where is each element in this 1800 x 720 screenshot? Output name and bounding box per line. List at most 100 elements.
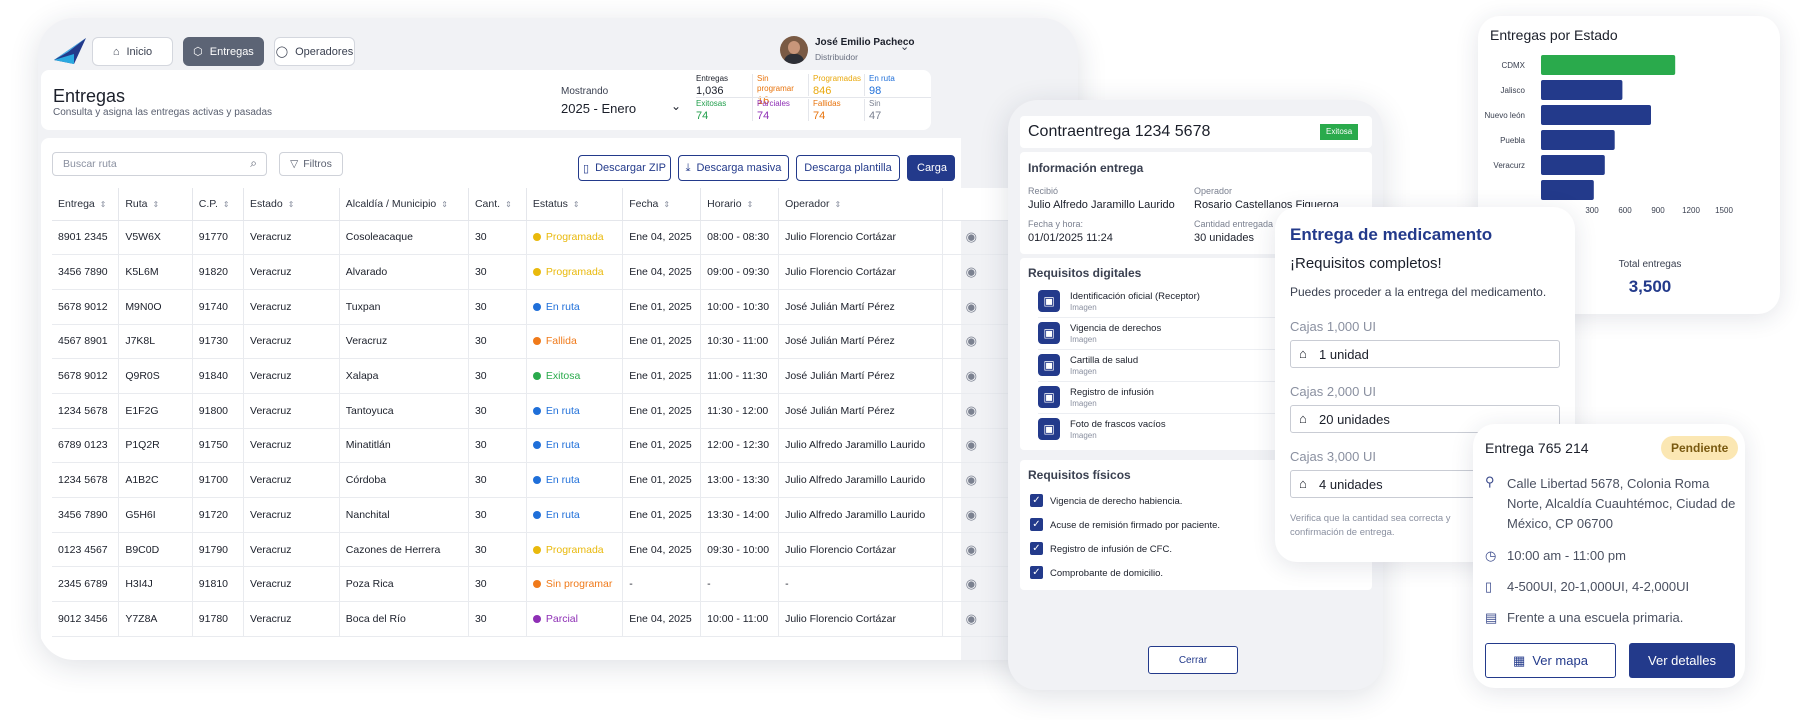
- eye-icon[interactable]: ◉: [966, 333, 977, 348]
- bar[interactable]: [1541, 155, 1605, 175]
- bar[interactable]: [1541, 180, 1594, 200]
- column-header[interactable]: Entrega ⇕: [52, 188, 120, 221]
- table-cell: 08:00 - 08:30: [700, 220, 780, 256]
- table-row[interactable]: 3456 7890 K5L6M 91820 Veracruz Alvarado 30 Pro…: [52, 254, 1012, 290]
- image-icon[interactable]: ▣: [1038, 418, 1060, 440]
- table-row[interactable]: 2345 6789 H3I4J 91810 Veracruz Poza Rica 30 Si…: [52, 566, 1012, 603]
- stat-2: Programadas 846: [808, 74, 861, 97]
- image-icon[interactable]: ▣: [1038, 290, 1060, 312]
- download-zip-button[interactable]: ▯ Descargar ZIP: [578, 155, 671, 181]
- tick-label: 600: [1618, 206, 1632, 215]
- sort-icon[interactable]: ⇕: [100, 200, 107, 209]
- column-header[interactable]: Estado ⇕: [243, 188, 340, 221]
- table-cell: Ene 01, 2025: [622, 497, 702, 533]
- table-cell: 30: [468, 497, 527, 533]
- chevron-down-icon[interactable]: ⌄: [900, 40, 909, 53]
- bar[interactable]: [1541, 105, 1651, 125]
- period-select[interactable]: 2025 - Enero ⌄: [561, 99, 681, 116]
- filters-button[interactable]: ▽ Filtros: [279, 152, 343, 176]
- column-header[interactable]: Alcaldía / Municipio ⇕: [339, 188, 469, 221]
- column-header[interactable]: Horario ⇕: [700, 188, 780, 221]
- column-header[interactable]: Operador ⇕: [778, 188, 943, 221]
- upload-button[interactable]: Carga: [907, 155, 955, 181]
- table-cell: En ruta: [526, 289, 624, 325]
- nav-home-button[interactable]: ⌂ Inicio: [92, 37, 173, 66]
- table-row[interactable]: 1234 5678 A1B2C 91700 Veracruz Córdoba 30 En r…: [52, 462, 1012, 498]
- table-cell: 91720: [192, 497, 245, 533]
- sort-icon[interactable]: ⇕: [288, 200, 295, 209]
- table-cell: 30: [468, 289, 527, 325]
- bar[interactable]: [1541, 130, 1615, 150]
- sort-icon[interactable]: ⇕: [441, 200, 448, 209]
- column-header[interactable]: Fecha ⇕: [622, 188, 702, 221]
- eye-icon[interactable]: ◉: [966, 576, 977, 591]
- image-icon[interactable]: ▣: [1038, 354, 1060, 376]
- eye-icon[interactable]: ◉: [966, 611, 977, 626]
- column-header[interactable]: Estatus ⇕: [526, 188, 624, 221]
- table-row[interactable]: 5678 9012 M9N0O 91740 Veracruz Tuxpan 30 En ru…: [52, 289, 1012, 325]
- chart-title: Entregas por Estado: [1490, 27, 1618, 43]
- deliveries-table-wrap: Entrega ⇕ Ruta ⇕ C.P. ⇕ Estado ⇕ Alcaldía / Muni…: [52, 188, 1012, 658]
- column-header[interactable]: C.P. ⇕: [192, 188, 245, 221]
- table-cell: Veracruz: [243, 220, 340, 256]
- status-dot: [532, 268, 541, 277]
- eye-icon[interactable]: ◉: [966, 542, 977, 557]
- bar[interactable]: [1541, 55, 1676, 75]
- sort-icon[interactable]: ⇕: [223, 200, 230, 209]
- physical-requirement: Comprobante de domicilio.: [1050, 568, 1164, 579]
- eye-icon[interactable]: ◉: [966, 229, 977, 244]
- stat-label: Sin: [869, 99, 881, 108]
- stat-value: 1,036: [696, 85, 724, 97]
- status-text: Exitosa: [545, 370, 581, 383]
- bulk-download-button[interactable]: ⤓ Descarga masiva: [678, 155, 789, 181]
- image-icon[interactable]: ▣: [1038, 386, 1060, 408]
- eye-icon[interactable]: ◉: [966, 299, 977, 314]
- sort-icon[interactable]: ⇕: [573, 200, 580, 209]
- eye-icon[interactable]: ◉: [966, 437, 977, 452]
- digital-title: Requisitos digitales: [1028, 266, 1142, 280]
- table-cell: Córdoba: [339, 462, 469, 498]
- avatar[interactable]: [780, 36, 808, 64]
- sort-icon[interactable]: ⇕: [747, 200, 754, 209]
- template-download-button[interactable]: Descarga plantilla: [796, 155, 900, 181]
- sort-icon[interactable]: ⇕: [834, 200, 841, 209]
- status-dot: [532, 441, 541, 450]
- table-cell: 30: [468, 324, 527, 360]
- table-row[interactable]: 8901 2345 V5W6X 91770 Veracruz Cosoleacaque 3…: [52, 220, 1012, 256]
- eye-icon[interactable]: ◉: [966, 403, 977, 418]
- table-row[interactable]: 3456 7890 G5H6I 91720 Veracruz Nanchital 30 En…: [52, 497, 1012, 533]
- download-icon: ⤓: [685, 161, 691, 174]
- checkbox[interactable]: ✓: [1030, 542, 1043, 555]
- eye-icon[interactable]: ◉: [966, 507, 977, 522]
- nav-deliveries-button[interactable]: ⬡ Entregas: [183, 37, 264, 66]
- table-cell: Tuxpan: [339, 289, 469, 325]
- search-input[interactable]: Buscar ruta ⌕: [52, 152, 267, 176]
- image-icon[interactable]: ▣: [1038, 322, 1060, 344]
- checkbox[interactable]: ✓: [1030, 566, 1043, 579]
- column-header[interactable]: Ruta ⇕: [118, 188, 193, 221]
- close-button[interactable]: Cerrar: [1148, 646, 1238, 674]
- sort-icon[interactable]: ⇕: [153, 200, 160, 209]
- table-row[interactable]: 6789 0123 P1Q2R 91750 Veracruz Minatitlán 30 E…: [52, 428, 1012, 464]
- quantity-field[interactable]: ⌂ 1 unidad: [1290, 340, 1560, 368]
- table-row[interactable]: 9012 3456 Y7Z8A 91780 Veracruz Boca del Río 3…: [52, 601, 1012, 637]
- table-cell: Q9R0S: [118, 358, 193, 394]
- view-map-button[interactable]: ▦ Ver mapa: [1485, 643, 1616, 678]
- sort-icon[interactable]: ⇕: [663, 200, 670, 209]
- checkbox[interactable]: ✓: [1030, 518, 1043, 531]
- table-row[interactable]: 0123 4567 B9C0D 91790 Veracruz Cazones de He…: [52, 532, 1012, 568]
- eye-icon[interactable]: ◉: [966, 472, 977, 487]
- status-dot: [532, 580, 541, 589]
- eye-icon[interactable]: ◉: [966, 264, 977, 279]
- view-details-button[interactable]: Ver detalles: [1629, 643, 1735, 678]
- checkbox[interactable]: ✓: [1030, 494, 1043, 507]
- card-note: Frente a una escuela primaria.: [1507, 610, 1684, 625]
- bar[interactable]: [1541, 80, 1623, 100]
- eye-icon[interactable]: ◉: [966, 368, 977, 383]
- nav-operators-button[interactable]: ◯ Operadores: [274, 37, 355, 66]
- table-row[interactable]: 1234 5678 E1F2G 91800 Veracruz Tantoyuca 30 En…: [52, 393, 1012, 429]
- table-row[interactable]: 4567 8901 J7K8L 91730 Veracruz Veracruz 30 Fal…: [52, 324, 1012, 360]
- table-row[interactable]: 5678 9012 Q9R0S 91840 Veracruz Xalapa 30 Exito…: [52, 358, 1012, 394]
- sort-icon[interactable]: ⇕: [505, 200, 512, 209]
- column-header[interactable]: Cant. ⇕: [468, 188, 527, 221]
